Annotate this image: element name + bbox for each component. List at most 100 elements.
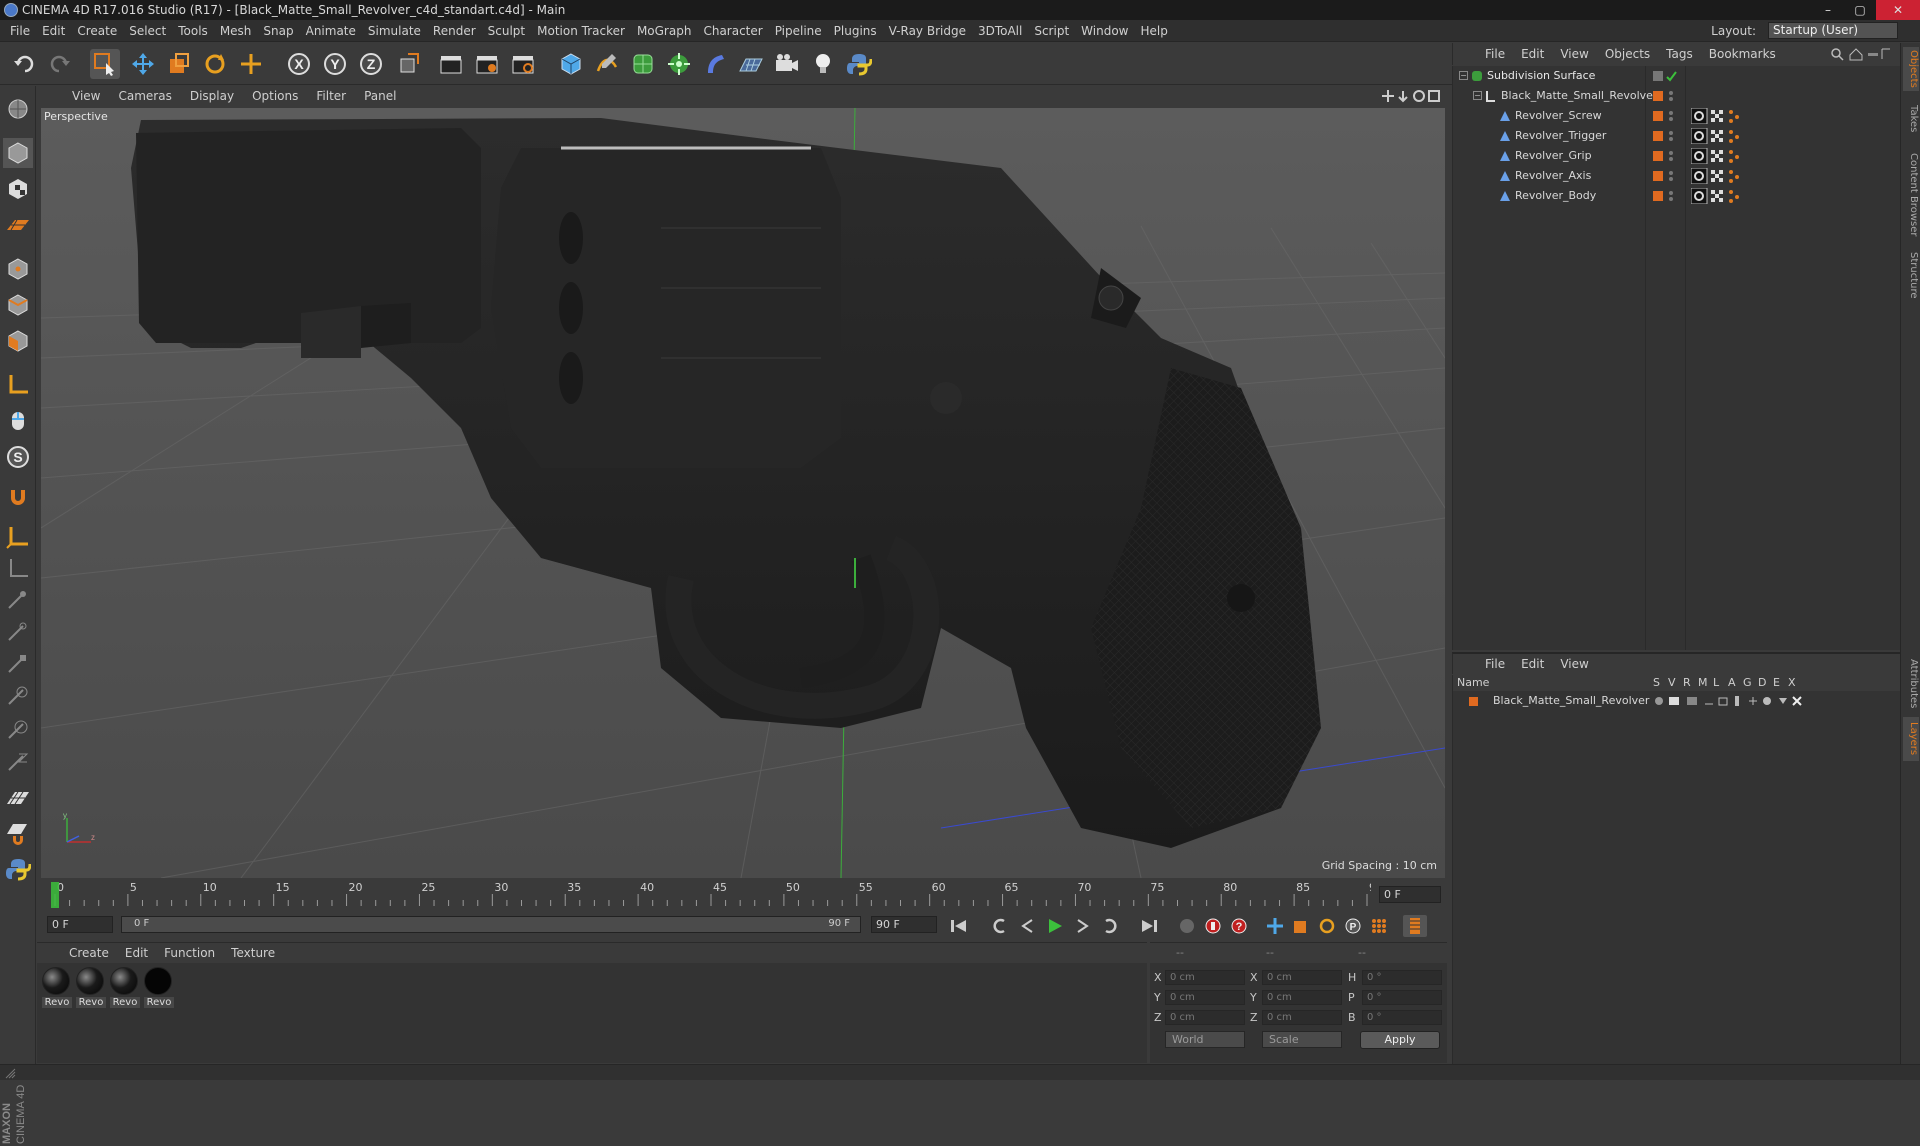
object-row[interactable]: Revolver_Axis xyxy=(1453,166,1901,186)
expand-toggle[interactable]: − xyxy=(1459,71,1468,80)
material-tag-icons[interactable] xyxy=(1691,128,1751,144)
live-selection-button[interactable] xyxy=(90,49,120,79)
edges-mode-button[interactable] xyxy=(3,290,33,320)
object-visibility-toggle[interactable] xyxy=(1651,168,1681,184)
object-row[interactable]: − Black_Matte_Small_Revolver xyxy=(1453,86,1901,106)
menu-animate[interactable]: Animate xyxy=(300,24,362,38)
menu-edit[interactable]: Edit xyxy=(36,24,71,38)
play-button[interactable] xyxy=(1043,915,1067,937)
object-visibility-toggle[interactable] xyxy=(1651,148,1681,164)
timeline-scheme-button[interactable] xyxy=(1403,915,1427,937)
menu-plugins[interactable]: Plugins xyxy=(828,24,883,38)
light-button[interactable] xyxy=(808,49,838,79)
menu-create[interactable]: Create xyxy=(71,24,123,38)
point-level-key-button[interactable] xyxy=(1367,915,1391,937)
position-key-button[interactable] xyxy=(1263,915,1287,937)
expand-toggle[interactable]: − xyxy=(1473,91,1482,100)
deformer-button[interactable] xyxy=(700,49,730,79)
workplane-tool-7-button[interactable] xyxy=(3,748,33,778)
material-tag-icons[interactable] xyxy=(1691,148,1751,164)
material-tag-icons[interactable] xyxy=(1691,168,1751,184)
object-row[interactable]: Revolver_Trigger xyxy=(1453,126,1901,146)
menu-script[interactable]: Script xyxy=(1028,24,1075,38)
render-settings-button[interactable] xyxy=(508,49,538,79)
snap-toggle-button[interactable]: S xyxy=(3,442,33,472)
tab-takes[interactable]: Takes xyxy=(1903,101,1919,137)
previous-key-button[interactable] xyxy=(987,915,1011,937)
current-frame-field[interactable]: 0 F xyxy=(1379,886,1441,903)
next-key-button[interactable] xyxy=(1099,915,1123,937)
subdivision-surface-button[interactable] xyxy=(628,49,658,79)
layer-menu-edit[interactable]: Edit xyxy=(1513,657,1552,671)
close-button[interactable]: ✕ xyxy=(1876,0,1920,20)
position-z-field[interactable]: 0 cm xyxy=(1165,1010,1245,1025)
menu-select[interactable]: Select xyxy=(123,24,172,38)
tab-content-browser[interactable]: Content Browser xyxy=(1903,147,1919,243)
x-axis-lock-button[interactable]: X xyxy=(284,49,314,79)
material-tag-icons[interactable] xyxy=(1691,188,1751,204)
autokeying-button[interactable] xyxy=(1201,915,1225,937)
workplane-tool-2-button[interactable] xyxy=(3,586,33,616)
layout-select[interactable]: Startup (User) xyxy=(1768,22,1898,39)
material-menu-edit[interactable]: Edit xyxy=(117,946,156,960)
scale-tool-button[interactable] xyxy=(164,49,194,79)
workplane-tool-6-button[interactable] xyxy=(3,716,33,746)
redo-button[interactable] xyxy=(44,49,74,79)
viewport-menu-options[interactable]: Options xyxy=(243,89,307,103)
viewport-menu-view[interactable]: View xyxy=(63,89,109,103)
transform-mode-dropdown[interactable]: Scale xyxy=(1262,1031,1342,1048)
object-menu-view[interactable]: View xyxy=(1552,47,1596,61)
layer-menu-view[interactable]: View xyxy=(1552,657,1596,671)
record-active-objects-button[interactable] xyxy=(1175,915,1199,937)
object-menu-bookmarks[interactable]: Bookmarks xyxy=(1701,47,1784,61)
menu-file[interactable]: File xyxy=(4,24,36,38)
viewport-menu-filter[interactable]: Filter xyxy=(307,89,355,103)
menu-mesh[interactable]: Mesh xyxy=(214,24,258,38)
menu-tools[interactable]: Tools xyxy=(172,24,214,38)
rotation-b-field[interactable]: 0 ° xyxy=(1362,1010,1442,1025)
maximize-button[interactable]: ▢ xyxy=(1844,0,1876,20)
object-visibility-toggle[interactable] xyxy=(1651,88,1681,104)
minimize-button[interactable]: – xyxy=(1812,0,1844,20)
frame-range-slider[interactable]: 0 F 90 F xyxy=(121,916,861,933)
tab-structure[interactable]: Structure xyxy=(1903,247,1919,303)
locked-workplane-button[interactable] xyxy=(3,522,33,552)
axis-mode-button[interactable] xyxy=(3,370,33,400)
material-swatch[interactable]: Revo xyxy=(110,967,140,1008)
viewport-menu-panel[interactable]: Panel xyxy=(355,89,405,103)
object-row[interactable]: Revolver_Body xyxy=(1453,186,1901,206)
object-manager-search-icons[interactable] xyxy=(1830,47,1892,61)
object-visibility-toggle[interactable] xyxy=(1651,128,1681,144)
menu-snap[interactable]: Snap xyxy=(257,24,299,38)
material-menu-create[interactable]: Create xyxy=(61,946,117,960)
coordinate-system-button[interactable] xyxy=(394,49,424,79)
workplane-tool-3-button[interactable] xyxy=(3,618,33,648)
menu-pipeline[interactable]: Pipeline xyxy=(769,24,828,38)
recent-tools-button[interactable] xyxy=(236,49,266,79)
rotate-tool-button[interactable] xyxy=(200,49,230,79)
size-z-field[interactable]: 0 cm xyxy=(1262,1010,1342,1025)
workplane-tool-4-button[interactable] xyxy=(3,650,33,680)
tab-layers[interactable]: Layers xyxy=(1903,717,1919,761)
workplane-tool-1-button[interactable] xyxy=(3,554,33,584)
position-x-field[interactable]: 0 cm xyxy=(1165,970,1245,985)
scale-key-button[interactable] xyxy=(1289,915,1313,937)
polygons-mode-button[interactable] xyxy=(3,326,33,356)
material-menu-texture[interactable]: Texture xyxy=(223,946,283,960)
tab-attributes[interactable]: Attributes xyxy=(1903,655,1919,713)
object-visibility-toggle[interactable] xyxy=(1651,188,1681,204)
menu-window[interactable]: Window xyxy=(1075,24,1134,38)
keyframe-selection-button[interactable]: ? xyxy=(1227,915,1251,937)
layer-row[interactable]: Black_Matte_Small_Revolver xyxy=(1453,691,1901,711)
viewport-menu-cameras[interactable]: Cameras xyxy=(109,89,180,103)
object-menu-file[interactable]: File xyxy=(1477,47,1513,61)
workplane-tool-5-button[interactable] xyxy=(3,682,33,712)
material-swatch[interactable]: Revo xyxy=(42,967,72,1008)
menu-render[interactable]: Render xyxy=(427,24,482,38)
python-script-button[interactable] xyxy=(3,854,33,884)
render-to-picture-viewer-button[interactable] xyxy=(472,49,502,79)
go-to-end-button[interactable] xyxy=(1137,915,1161,937)
tab-objects[interactable]: Objects xyxy=(1903,47,1919,91)
object-row[interactable]: Revolver_Screw xyxy=(1453,106,1901,126)
move-tool-button[interactable] xyxy=(128,49,158,79)
